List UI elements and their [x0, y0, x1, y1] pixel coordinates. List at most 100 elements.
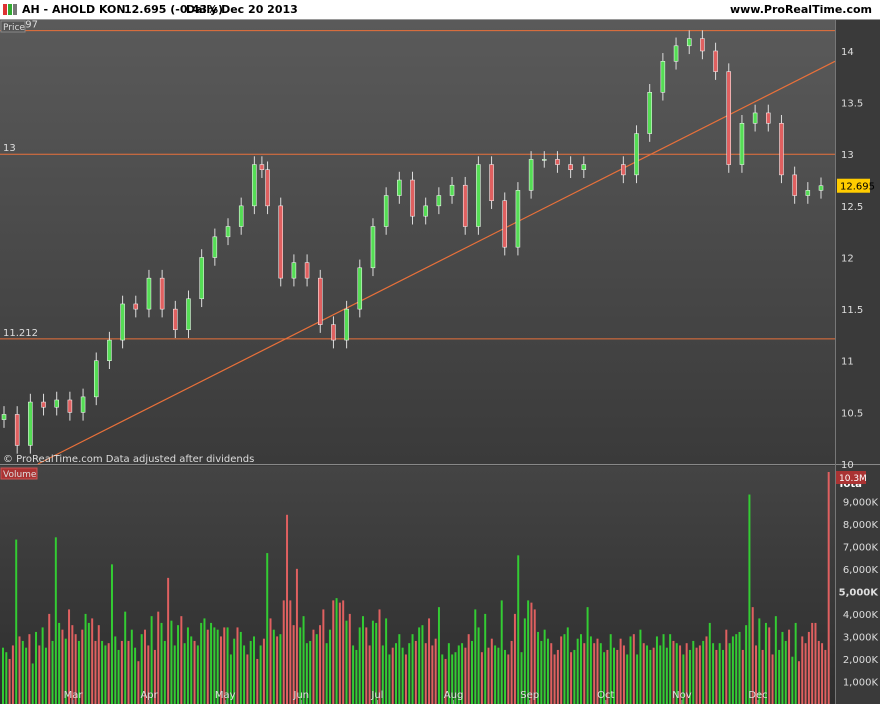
candle-up — [252, 164, 257, 207]
candle-down — [489, 164, 494, 201]
volume-bar — [160, 622, 163, 704]
time-tick-label: Nov — [672, 690, 692, 701]
volume-bar — [134, 647, 137, 704]
candle-up — [120, 303, 125, 341]
volume-tick-label: 4,000K — [843, 610, 879, 621]
candle-up — [673, 45, 679, 62]
volume-bar — [411, 634, 414, 704]
volume-panel-label: Volume — [3, 470, 37, 480]
volume-bar — [246, 654, 249, 704]
volume-bar — [778, 649, 781, 704]
site-url[interactable]: www.ProRealTime.com — [730, 3, 872, 16]
horizontal-line-label: 13 — [3, 143, 16, 154]
volume-bar — [487, 647, 490, 704]
volume-bar — [573, 649, 576, 704]
volume-bar — [563, 634, 566, 704]
volume-bar — [180, 616, 183, 704]
candle-up — [805, 190, 811, 196]
volume-bar — [54, 537, 57, 704]
volume-bar — [718, 643, 721, 704]
volume-bar — [110, 564, 113, 704]
volume-bar — [494, 645, 497, 704]
volume-bar — [236, 627, 239, 704]
volume-bar — [768, 627, 771, 704]
volume-tick-label: 8,000K — [843, 520, 879, 531]
candle-up — [146, 277, 152, 310]
instrument-title: AH - AHOLD KON — [22, 3, 126, 16]
candle-down — [410, 179, 415, 217]
candle-down — [462, 184, 468, 227]
volume-bar — [827, 472, 830, 704]
volume-bar — [807, 631, 810, 704]
price-tick-label: 14 — [841, 47, 854, 58]
volume-bar — [41, 627, 44, 704]
volume-bar — [104, 645, 107, 704]
volume-bar — [114, 636, 117, 704]
volume-bar — [781, 631, 784, 704]
volume-bar — [467, 634, 470, 704]
volume-bar — [408, 643, 411, 704]
chart-area: 14.1971311.212 1010.51111.51212.51313.51… — [0, 20, 880, 704]
volume-bar — [722, 649, 724, 704]
current-volume-value: 10.3M — [839, 474, 867, 484]
price-tick-label: 12 — [841, 253, 854, 264]
candle-up — [238, 205, 244, 227]
candle-up — [449, 184, 455, 196]
volume-bar — [286, 514, 289, 704]
volume-bar — [170, 620, 173, 704]
volume-bar — [401, 647, 404, 704]
volume-bar — [570, 652, 573, 704]
volume-bar — [649, 649, 652, 704]
price-tick-label: 10.5 — [841, 408, 863, 419]
volume-bar — [553, 654, 556, 704]
volume-bar — [715, 649, 718, 704]
volume-bar — [173, 645, 176, 704]
volume-bar — [811, 622, 814, 704]
volume-bar — [256, 658, 259, 704]
volume-bar — [510, 640, 513, 704]
volume-bar — [190, 636, 193, 704]
volume-bar — [619, 638, 622, 704]
volume-bar — [725, 629, 728, 704]
volume-bar — [705, 636, 708, 704]
volume-bar — [662, 634, 665, 704]
volume-bar — [325, 643, 328, 704]
volume-bar — [540, 640, 543, 704]
volume-bar — [586, 607, 589, 704]
candle-down — [265, 169, 270, 207]
volume-bar — [253, 636, 255, 704]
candle-down — [159, 277, 165, 310]
volume-bar — [210, 622, 213, 704]
price-panel-bg — [0, 20, 835, 464]
volume-bar — [358, 627, 361, 704]
volume-bar — [652, 647, 655, 704]
volume-bar — [355, 649, 358, 704]
candle-up — [515, 190, 521, 248]
volume-bar — [507, 654, 510, 704]
time-tick-label: Aug — [444, 690, 464, 701]
volume-bar — [788, 629, 791, 704]
volume-bar — [87, 622, 90, 704]
volume-bar — [527, 600, 530, 704]
volume-bar — [279, 634, 282, 704]
volume-bar — [28, 634, 31, 704]
volume-bar — [124, 611, 127, 704]
volume-bar — [167, 577, 170, 704]
volume-bar — [51, 640, 54, 704]
candle-down — [331, 324, 336, 341]
candle-up — [54, 399, 59, 408]
volume-bar — [556, 649, 559, 704]
candle-down — [14, 414, 20, 446]
volume-bar — [101, 640, 104, 704]
candle-up — [634, 133, 639, 176]
candle-up — [291, 262, 297, 279]
candle-up — [423, 205, 428, 217]
volume-bar — [546, 638, 549, 704]
candle-down — [259, 164, 265, 170]
candle-up — [212, 236, 218, 258]
volume-bar — [120, 640, 123, 704]
volume-bar — [398, 634, 401, 704]
volume-bar — [183, 643, 186, 704]
volume-bar — [107, 643, 110, 704]
volume-bar — [322, 609, 325, 704]
